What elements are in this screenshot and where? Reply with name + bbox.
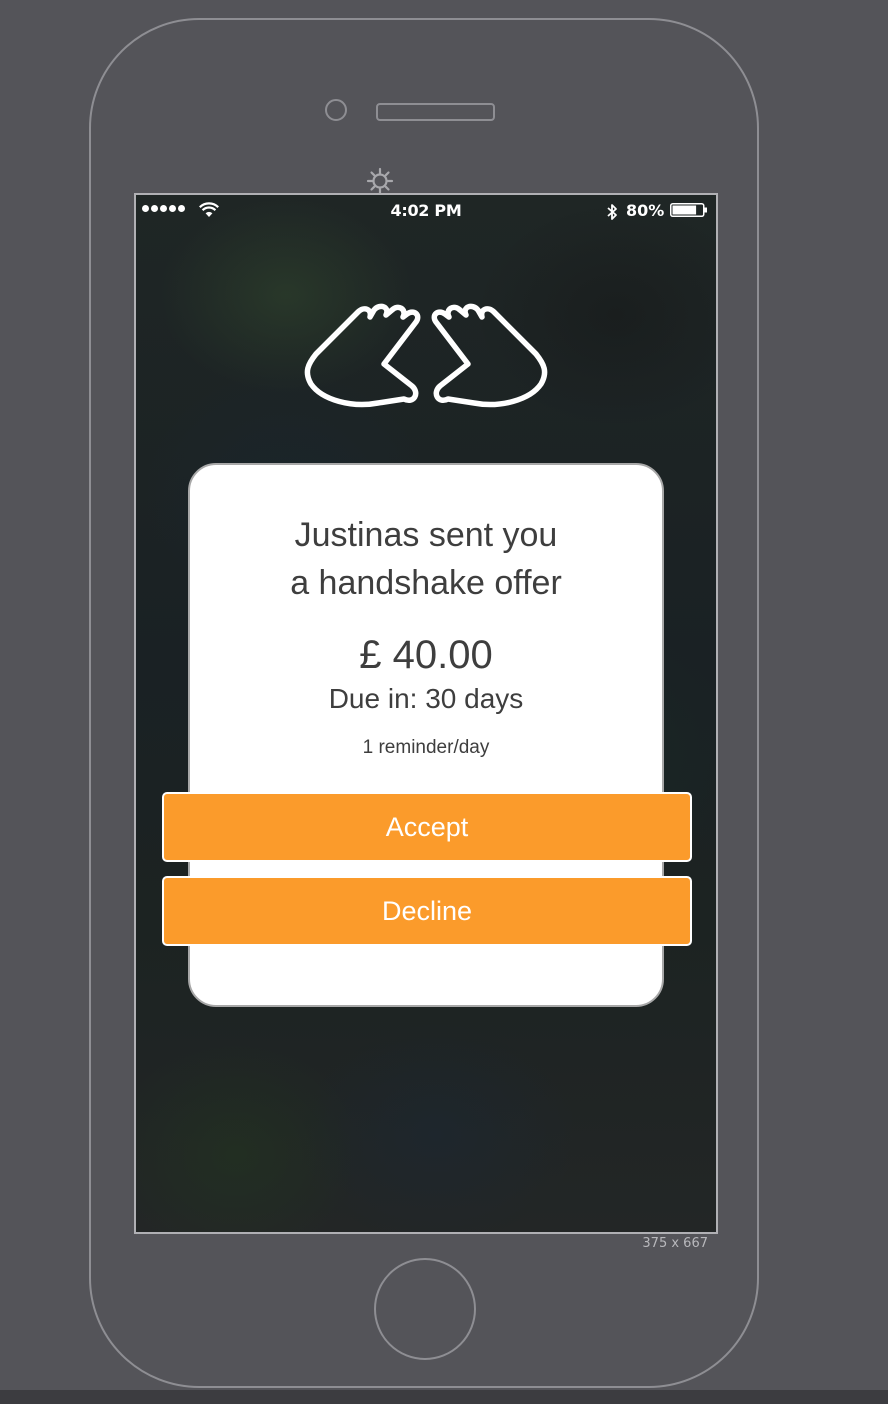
phone-screen: 4:02 PM 80% Justinas sent you a handshak… — [134, 193, 718, 1234]
hands-icon — [304, 303, 548, 408]
status-bar: 4:02 PM 80% — [136, 195, 716, 225]
decline-button[interactable]: Decline — [162, 876, 692, 946]
offer-amount: £ 40.00 — [359, 633, 493, 677]
offer-title: Justinas sent you a handshake offer — [290, 516, 562, 602]
bluetooth-icon — [607, 204, 617, 220]
battery-percentage: 80% — [626, 201, 665, 220]
accept-button[interactable]: Accept — [162, 792, 692, 862]
battery-icon — [670, 203, 707, 217]
device-size-label: 375 x 667 — [642, 1236, 708, 1251]
gear-icon[interactable] — [366, 167, 394, 195]
battery-level-fill — [672, 205, 697, 215]
home-button[interactable] — [374, 1258, 476, 1360]
front-camera — [325, 99, 347, 121]
offer-reminder-frequency: 1 reminder/day — [362, 737, 490, 758]
earpiece-speaker — [376, 103, 495, 121]
offer-due-date: Due in: 30 days — [328, 683, 524, 714]
window-bottom-strip — [0, 1390, 888, 1404]
